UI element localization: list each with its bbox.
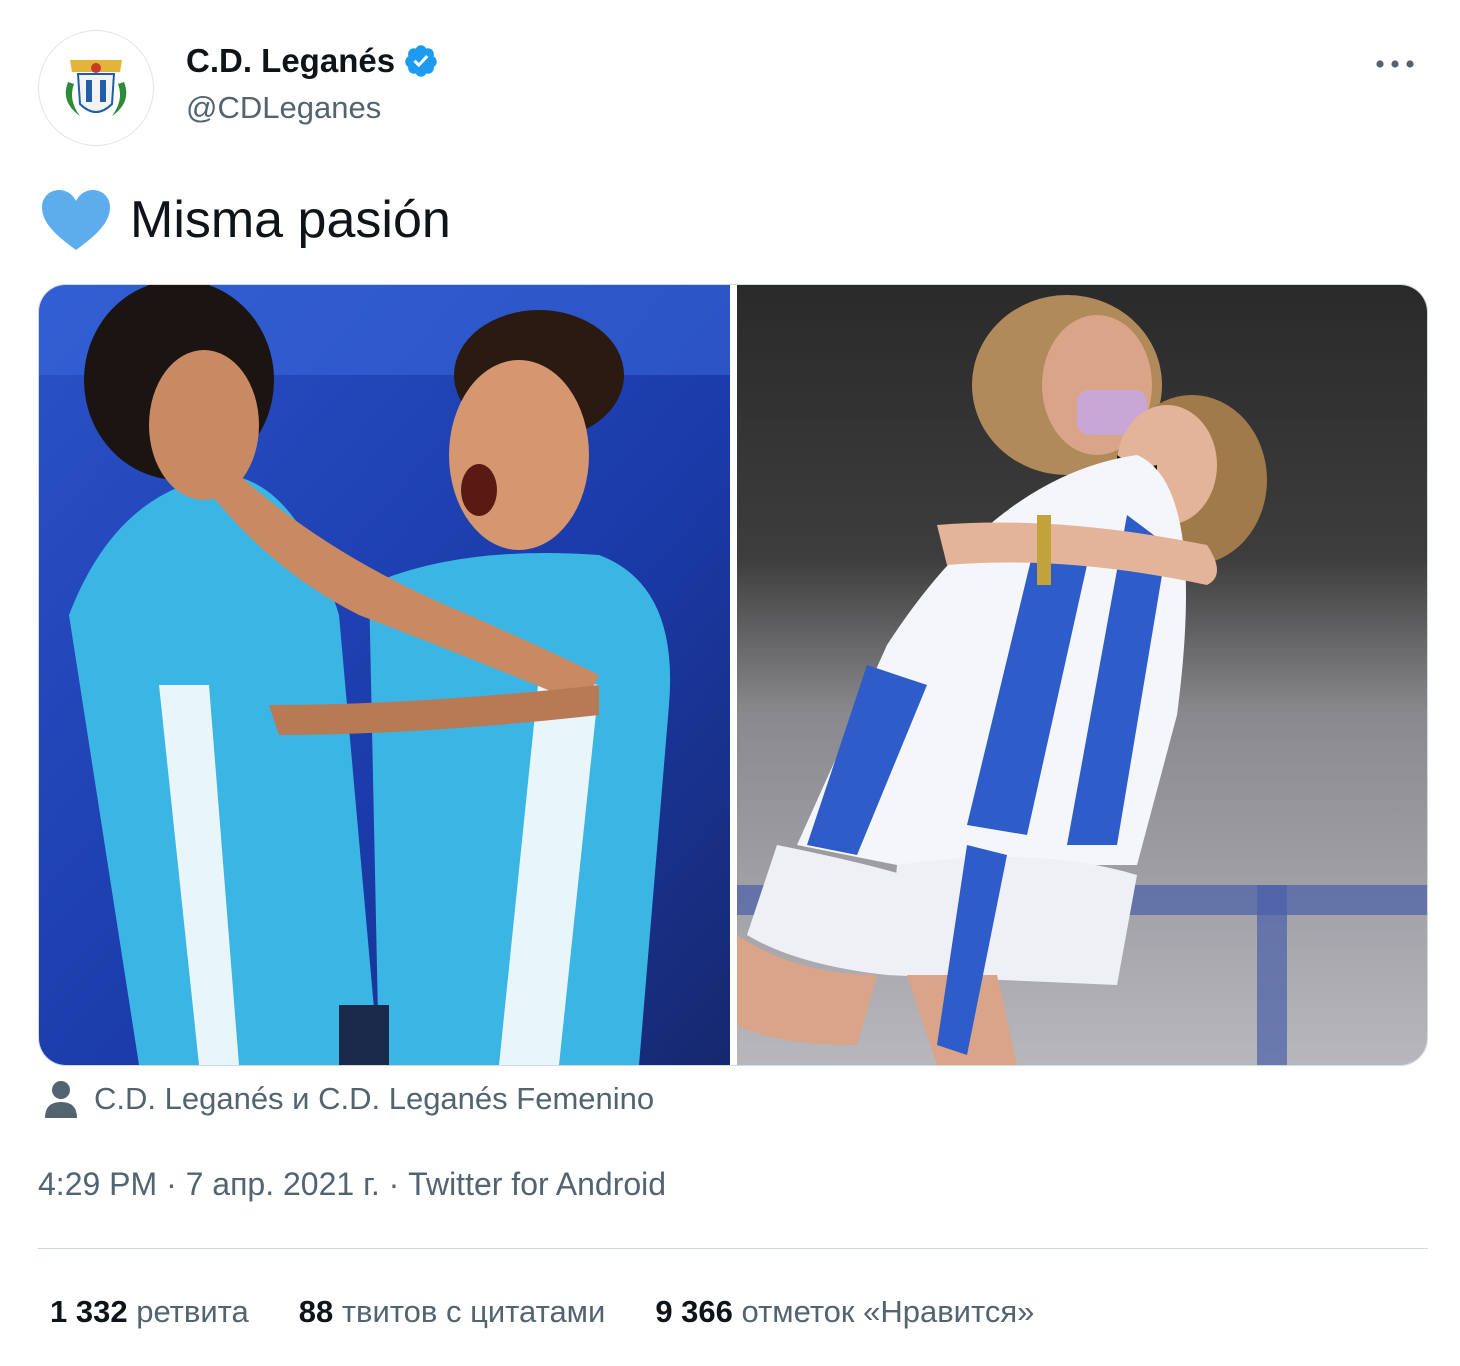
tweet-date[interactable]: 7 апр. 2021 г. [186, 1166, 380, 1202]
mens-team-celebration-photo[interactable] [39, 285, 730, 1065]
user-handle[interactable]: @CDLeganes [186, 90, 381, 126]
tweet-time[interactable]: 4:29 PM [38, 1166, 157, 1202]
media-grid [38, 284, 1428, 1066]
tweet-source[interactable]: Twitter for Android [408, 1166, 666, 1202]
display-name[interactable]: C.D. Leganés [186, 42, 395, 80]
tweet-body-text: Misma pasión [130, 191, 451, 249]
mens-photo-illustration [39, 285, 730, 1065]
likes-stat[interactable]: 9 366 отметок «Нравится» [655, 1294, 1034, 1330]
meta-separator: · [157, 1166, 186, 1202]
more-horizontal-icon [1376, 60, 1414, 68]
more-options-button[interactable] [1370, 44, 1420, 84]
meta-separator: · [379, 1166, 409, 1202]
tagged-users-text: C.D. Leganés и C.D. Leganés Femenino [94, 1081, 655, 1116]
quotes-count: 88 [298, 1294, 334, 1329]
name-row: C.D. Leganés [186, 42, 439, 80]
likes-label: отметок «Нравится» [741, 1294, 1035, 1329]
club-crest-icon [52, 44, 140, 132]
avatar[interactable] [38, 30, 154, 146]
retweets-label: ретвита [136, 1294, 249, 1329]
person-icon [45, 1081, 77, 1118]
tagged-users[interactable]: C.D. Leganés и C.D. Leganés Femenino [44, 1080, 654, 1118]
tweet-metadata: 4:29 PM · 7 апр. 2021 г. · Twitter for A… [38, 1166, 666, 1203]
tweet-text: Misma pasión [40, 188, 451, 252]
engagement-stats: 1 332 ретвита 88 твитов с цитатами 9 366… [50, 1294, 1084, 1330]
womens-team-celebration-photo[interactable] [737, 285, 1427, 1065]
verified-badge-icon [405, 45, 437, 77]
retweets-count: 1 332 [50, 1294, 128, 1329]
likes-count: 9 366 [655, 1294, 733, 1329]
quotes-stat[interactable]: 88 твитов с цитатами [299, 1294, 606, 1330]
retweets-stat[interactable]: 1 332 ретвита [50, 1294, 249, 1330]
blue-heart-icon [42, 190, 110, 250]
tweet-header: C.D. Leganés @CDLeganes [38, 30, 1428, 150]
divider [38, 1248, 1428, 1249]
womens-photo-illustration [737, 285, 1427, 1065]
quotes-label: твитов с цитатами [341, 1294, 606, 1329]
